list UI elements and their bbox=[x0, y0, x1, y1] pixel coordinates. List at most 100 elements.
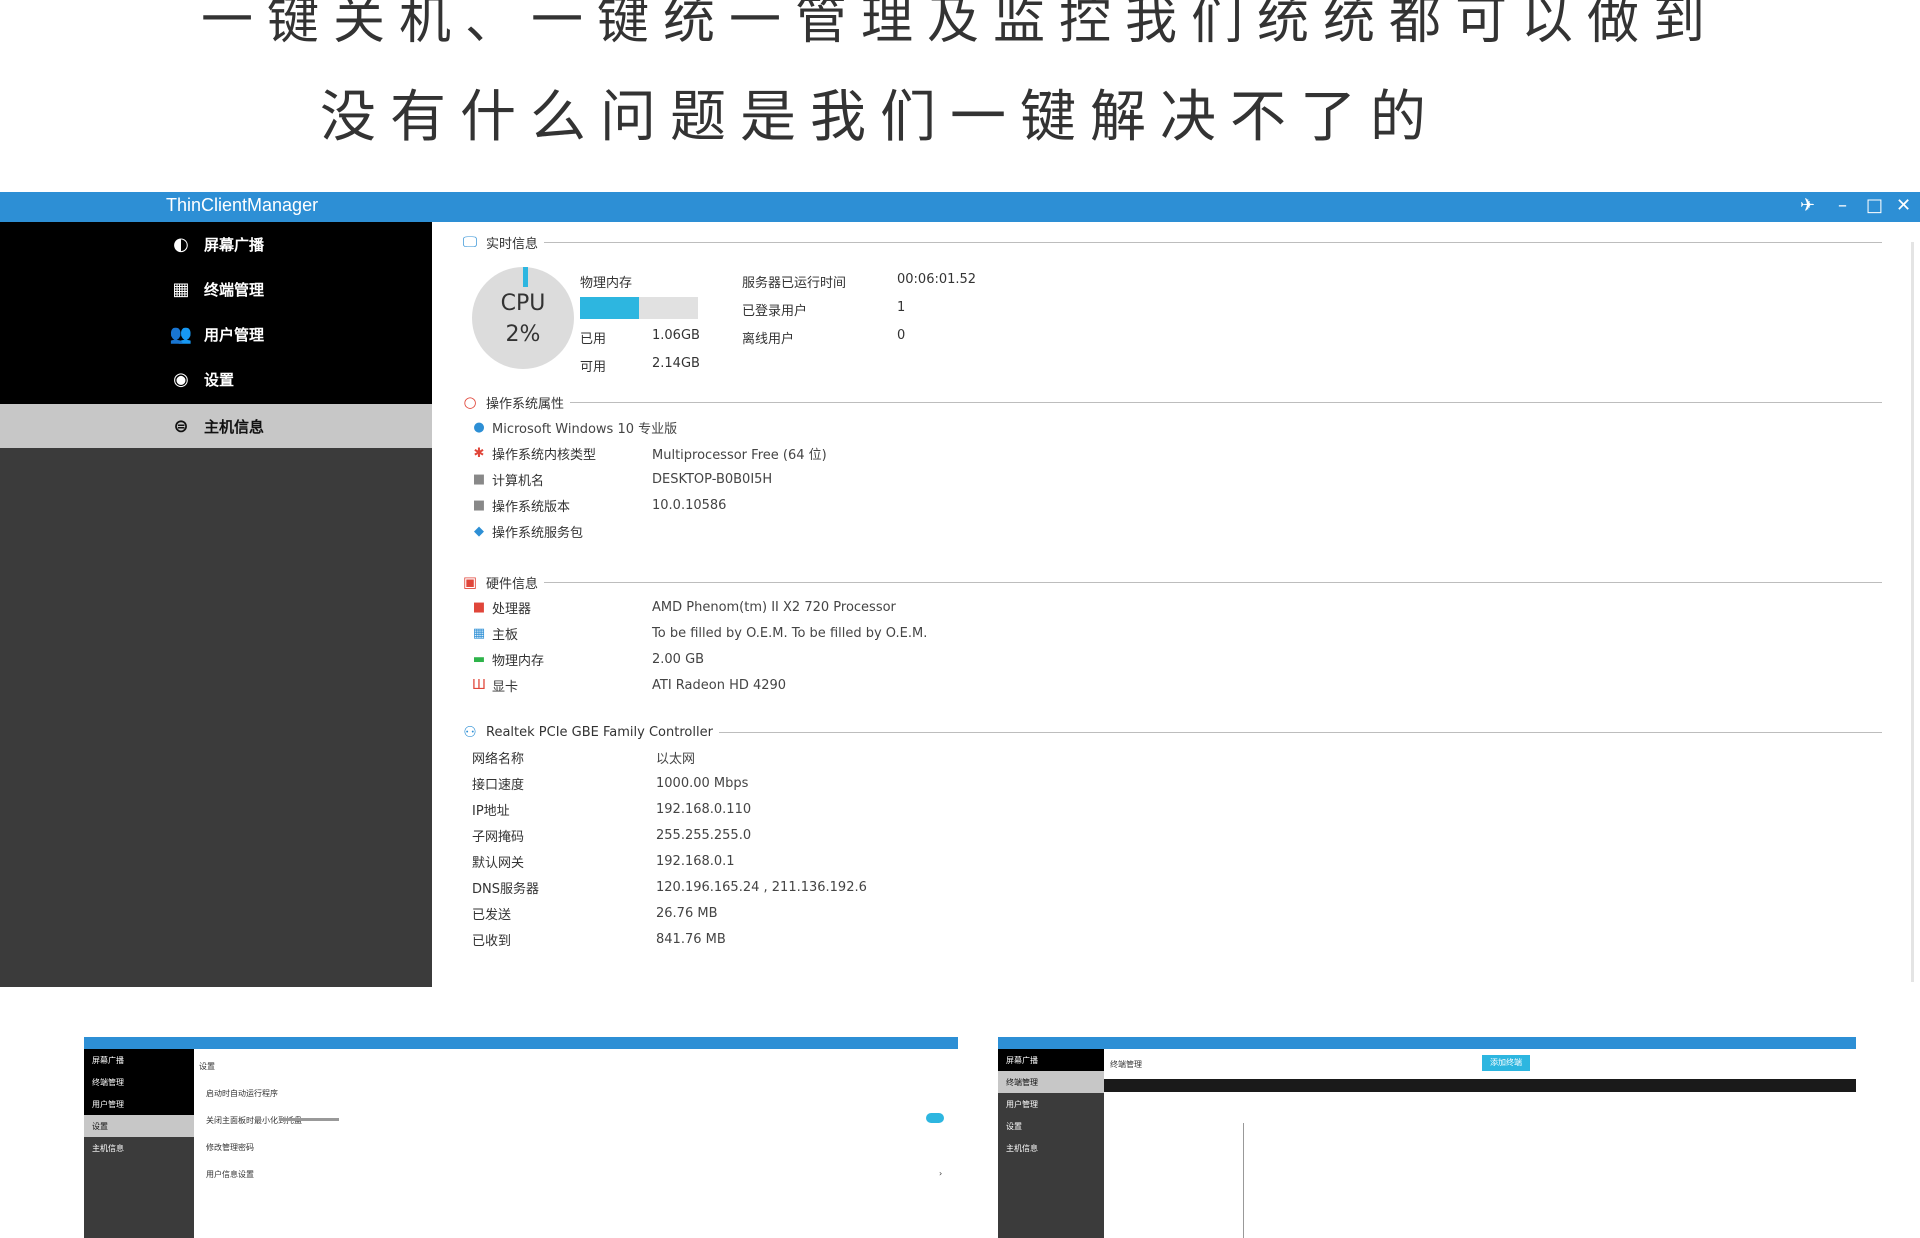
thumb-dropdown-menu[interactable] bbox=[1198, 1123, 1244, 1238]
title-bar: ThinClientManager ✈ – □ ✕ bbox=[0, 192, 1920, 222]
cpu-icon: ■ bbox=[472, 599, 486, 615]
offline-users-label: 离线用户 bbox=[742, 332, 795, 347]
kernel-icon: ✱ bbox=[473, 445, 485, 461]
minimize-to-tray-toggle[interactable] bbox=[926, 1113, 944, 1123]
terminal-icon: ▦ bbox=[172, 278, 190, 300]
network-row: IP地址 192.168.0.110 bbox=[472, 801, 752, 819]
minimize-button[interactable]: – bbox=[1838, 195, 1847, 216]
memory-bar bbox=[580, 297, 698, 319]
sidebar-item-users[interactable]: 👥 用户管理 bbox=[0, 312, 432, 356]
thumb-nav-item[interactable]: 主机信息 bbox=[84, 1137, 194, 1159]
thumb-nav-item[interactable]: 终端管理 bbox=[84, 1071, 194, 1093]
thumb-nav-item[interactable]: 屏幕广播 bbox=[998, 1049, 1104, 1071]
hardware-row: Ш 显卡 ATI Radeon HD 4290 bbox=[470, 674, 786, 696]
version-icon: ■ bbox=[472, 497, 486, 513]
computer-icon: ■ bbox=[472, 471, 486, 487]
os-name: Microsoft Windows 10 专业版 bbox=[492, 421, 678, 437]
thumb-sidebar: 屏幕广播 终端管理 用户管理 设置 主机信息 bbox=[998, 1049, 1104, 1238]
sidebar-item-label: 主机信息 bbox=[204, 417, 265, 436]
thumb-nav-item[interactable]: 用户管理 bbox=[998, 1093, 1104, 1115]
thumb-nav-item[interactable]: 用户管理 bbox=[84, 1093, 194, 1115]
thumb-setting-row: 用户信息设置 bbox=[206, 1170, 254, 1179]
thumb-header: 终端管理 bbox=[1110, 1060, 1142, 1069]
windows-icon: ● bbox=[473, 419, 485, 435]
logged-users-label: 已登录用户 bbox=[742, 304, 808, 319]
memory-icon: ▬ bbox=[472, 651, 486, 667]
service-pack-icon: ◆ bbox=[474, 523, 484, 539]
cpu-value: 2% bbox=[505, 322, 541, 347]
os-row: ✱ 操作系统内核类型 Multiprocessor Free (64 位) bbox=[470, 442, 827, 464]
broadcast-icon: ◐ bbox=[173, 233, 189, 255]
scrollbar[interactable] bbox=[1911, 242, 1914, 982]
os-row: ■ 操作系统版本 10.0.10586 bbox=[470, 494, 727, 516]
slogan-line-1: 一键关机、一键统一管理及监控我们统统都可以做到 bbox=[200, 0, 1719, 51]
host-info-icon: ⊜ bbox=[173, 415, 189, 437]
network-row: 已收到 841.76 MB bbox=[472, 931, 726, 949]
network-row: 网络名称 以太网 bbox=[472, 751, 696, 767]
uptime-label: 服务器已运行时间 bbox=[742, 276, 847, 291]
add-terminal-button[interactable]: 添加终端 bbox=[1482, 1055, 1530, 1071]
hardware-icon: ▣ bbox=[462, 573, 478, 591]
logged-users-value: 1 bbox=[897, 300, 906, 315]
host-info-panel: 🖵 实时信息 CPU 2% 物理内存 已用 1.06GB 可用 2.14GB 服… bbox=[432, 222, 1920, 987]
sidebar-item-label: 终端管理 bbox=[204, 280, 265, 299]
os-name-row: ● Microsoft Windows 10 专业版 bbox=[470, 416, 677, 438]
hardware-row: ▦ 主板 To be filled by O.E.M. To be filled… bbox=[470, 622, 928, 644]
memory-used-label: 已用 bbox=[580, 332, 607, 347]
main-window: ThinClientManager ✈ – □ ✕ ◐ 屏幕广播 ▦ 终端管理 … bbox=[0, 192, 1920, 987]
memory-used-value: 1.06GB bbox=[652, 328, 700, 343]
thumb-nav-item[interactable]: 屏幕广播 bbox=[84, 1049, 194, 1071]
section-network: ⚇ Realtek PCIe GBE Family Controller bbox=[460, 722, 1882, 742]
thumb-nav-item[interactable]: 设置 bbox=[998, 1115, 1104, 1137]
thumb-sidebar: 屏幕广播 终端管理 用户管理 设置 主机信息 bbox=[84, 1049, 194, 1238]
section-hardware: ▣ 硬件信息 bbox=[460, 572, 1882, 592]
feedback-icon[interactable]: ✈ bbox=[1800, 195, 1815, 216]
settings-icon: ◉ bbox=[173, 368, 189, 390]
network-icon: ⚇ bbox=[463, 723, 477, 741]
slogan-line-2: 没有什么问题是我们一键解决不了的 bbox=[320, 85, 1440, 150]
thumb-nav-item-active[interactable]: 终端管理 bbox=[998, 1071, 1104, 1093]
memory-available-value: 2.14GB bbox=[652, 356, 700, 371]
users-icon: 👥 bbox=[169, 323, 193, 345]
os-row: ◆ 操作系统服务包 bbox=[470, 520, 652, 542]
thumb-title-bar bbox=[998, 1037, 1856, 1049]
motherboard-icon: ▦ bbox=[472, 625, 486, 641]
thumb-setting-row: 修改管理密码 bbox=[206, 1143, 254, 1152]
thumb-table-header bbox=[1104, 1079, 1856, 1092]
sidebar-item-terminals[interactable]: ▦ 终端管理 bbox=[0, 267, 432, 311]
gpu-icon: Ш bbox=[472, 677, 486, 693]
sidebar-item-label: 用户管理 bbox=[204, 325, 265, 344]
close-button[interactable]: ✕ bbox=[1896, 195, 1911, 216]
window-title: ThinClientManager bbox=[166, 195, 319, 215]
sidebar: ◐ 屏幕广播 ▦ 终端管理 👥 用户管理 ◉ 设置 ⊜ 主机信息 bbox=[0, 222, 432, 987]
sidebar-item-label: 屏幕广播 bbox=[204, 235, 265, 254]
thumbnail-settings: 屏幕广播 终端管理 用户管理 设置 主机信息 设置 启动时自动运行程序 关闭主面… bbox=[84, 1037, 958, 1238]
memory-label: 物理内存 bbox=[580, 276, 633, 291]
hardware-row: ■ 处理器 AMD Phenom(tm) II X2 720 Processor bbox=[470, 596, 896, 618]
os-icon: ○ bbox=[463, 393, 477, 411]
chevron-right-icon[interactable]: › bbox=[939, 1169, 942, 1178]
sidebar-item-broadcast[interactable]: ◐ 屏幕广播 bbox=[0, 222, 432, 266]
section-os: ○ 操作系统属性 bbox=[460, 392, 1882, 412]
memory-available-label: 可用 bbox=[580, 360, 607, 375]
memory-bar-fill bbox=[580, 297, 639, 319]
maximize-button[interactable]: □ bbox=[1866, 195, 1883, 216]
cpu-gauge-fill bbox=[523, 267, 528, 287]
thumb-header: 设置 bbox=[199, 1062, 215, 1071]
thumb-nav-item[interactable]: 主机信息 bbox=[998, 1137, 1104, 1159]
hardware-row: ▬ 物理内存 2.00 GB bbox=[470, 648, 704, 670]
monitor-icon: 🖵 bbox=[462, 233, 478, 251]
sidebar-item-host-info[interactable]: ⊜ 主机信息 bbox=[0, 404, 432, 448]
thumb-title-bar bbox=[84, 1037, 958, 1049]
sidebar-item-label: 设置 bbox=[204, 370, 235, 389]
network-row: 子网掩码 255.255.255.0 bbox=[472, 827, 752, 845]
section-realtime: 🖵 实时信息 bbox=[460, 232, 1882, 252]
cpu-label: CPU bbox=[500, 291, 546, 316]
thumb-nav-item-active[interactable]: 设置 bbox=[84, 1115, 194, 1137]
banner: 一键关机、一键统一管理及监控我们统统都可以做到 没有什么问题是我们一键解决不了的 bbox=[0, 0, 1920, 190]
thumbnail-terminals: 屏幕广播 终端管理 用户管理 设置 主机信息 终端管理 添加终端 bbox=[998, 1037, 1856, 1238]
os-row: ■ 计算机名 DESKTOP-B0B0I5H bbox=[470, 468, 772, 490]
sidebar-item-settings[interactable]: ◉ 设置 bbox=[0, 357, 432, 401]
network-row: 已发送 26.76 MB bbox=[472, 905, 718, 923]
cpu-gauge: CPU 2% bbox=[472, 267, 574, 369]
